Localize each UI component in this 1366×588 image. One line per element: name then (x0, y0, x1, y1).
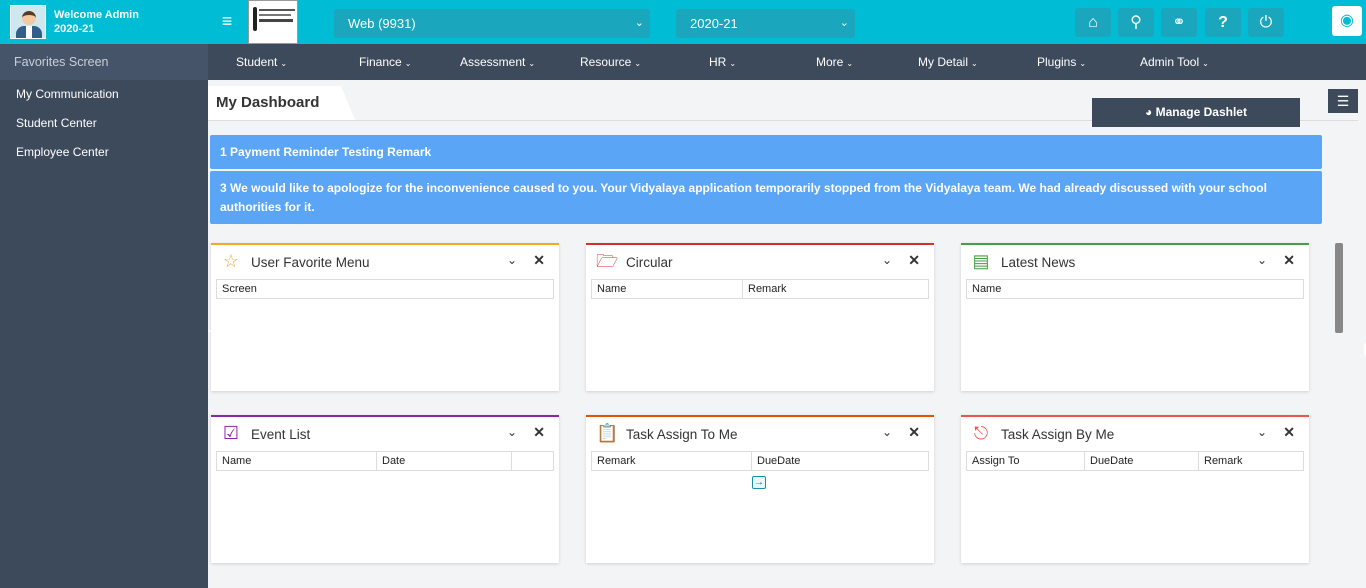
column-header: Remark (748, 283, 787, 295)
column-header: Date (377, 452, 512, 470)
search-icon[interactable]: ⚲ (1118, 8, 1154, 37)
column-header: Remark (592, 452, 752, 470)
nav-plugins[interactable]: Plugins ⌄ (1037, 44, 1086, 80)
dashlet-title: Circular (626, 255, 673, 270)
star-icon: ☆ (222, 251, 240, 271)
column-header: DueDate (757, 455, 801, 467)
sidebar-item-student-center[interactable]: Student Center (0, 109, 208, 138)
dashlet-title: Task Assign By Me (1001, 427, 1115, 442)
help-icon[interactable]: ? (1205, 8, 1241, 37)
nav-my-detail[interactable]: My Detail ⌄ (918, 44, 978, 80)
nav-finance[interactable]: Finance ⌄ (359, 44, 411, 80)
notice-payment-reminder: 1 Payment Reminder Testing Remark (210, 135, 1322, 169)
sidebar: Favorites Screen My Communication Studen… (0, 44, 208, 588)
dashlet-title: Task Assign To Me (626, 427, 738, 442)
page-title: My Dashboard (208, 86, 356, 120)
dashlet-table-header: Name (966, 279, 1304, 299)
sidebar-item-employee-center[interactable]: Employee Center (0, 138, 208, 167)
sidebar-item-my-communication[interactable]: My Communication (0, 80, 208, 109)
clipboard-icon: 📋 (596, 423, 619, 443)
chevron-down-icon[interactable]: ⌄ (1257, 425, 1267, 439)
chevron-down-icon[interactable]: ⌄ (882, 425, 892, 439)
column-header: Assign To (967, 452, 1085, 470)
column-header: Name (217, 452, 377, 470)
column-header: Remark (1204, 455, 1243, 467)
close-icon[interactable]: ✕ (908, 252, 920, 269)
dashlet-title: User Favorite Menu (251, 255, 370, 270)
column-header: Name (972, 283, 1002, 295)
welcome-text: Welcome Admin (54, 9, 139, 21)
close-icon[interactable]: ✕ (1283, 252, 1295, 269)
task-out-icon: ⎋ (973, 423, 989, 443)
dashlet-event-list: ☑ Event List ⌄ ✕ Name Date (211, 415, 559, 563)
chevron-down-icon[interactable]: ⌄ (1257, 253, 1267, 267)
dashlet-table-header: Assign To DueDate Remark (966, 451, 1304, 471)
chevron-down-icon[interactable]: ⌄ (507, 425, 517, 439)
manage-dashlet-button[interactable]: ◕ Manage Dashlet (1092, 98, 1300, 127)
nav-admin-tool[interactable]: Admin Tool ⌄ (1140, 44, 1209, 80)
column-header (512, 452, 553, 470)
newspaper-icon: ▤ (972, 251, 990, 271)
folder-icon: 🗁 (596, 251, 619, 271)
arrow-right-icon[interactable]: → (752, 476, 766, 489)
dashlet-task-assign-by-me: ⎋ Task Assign By Me ⌄ ✕ Assign To DueDat… (961, 415, 1309, 563)
dashlet-title: Latest News (1001, 255, 1076, 270)
close-icon[interactable]: ✕ (908, 424, 920, 441)
chevron-down-icon[interactable]: ⌄ (882, 253, 892, 267)
nav-hr[interactable]: HR ⌄ (709, 44, 736, 80)
paint-bucket-icon[interactable]: ◉ (1332, 6, 1362, 36)
dashlet-latest-news: ▤ Latest News ⌄ ✕ Name (961, 243, 1309, 391)
dashlet-user-favorite-menu: ☆ User Favorite Menu ⌄ ✕ Screen (211, 243, 559, 391)
notice-apology: 3 We would like to apologize for the inc… (210, 171, 1322, 224)
nav-student[interactable]: Student ⌄ (236, 44, 287, 80)
branch-select[interactable]: Web (9931) ⌄ (334, 9, 650, 38)
home-icon[interactable]: ⌂ (1075, 8, 1111, 37)
dashlet-title: Event List (251, 427, 311, 442)
close-icon[interactable]: ✕ (533, 424, 545, 441)
user-block: Welcome Admin 2020-21 (0, 0, 208, 44)
dashlet-table-header: Screen (216, 279, 554, 299)
nav-more[interactable]: More ⌄ (816, 44, 853, 80)
link-icon[interactable]: ⚭ (1161, 8, 1197, 37)
calendar-check-icon: ☑ (222, 423, 240, 443)
chevron-down-icon: ⌄ (634, 17, 644, 29)
top-bar: Welcome Admin 2020-21 ≡ Web (9931) ⌄ 202… (0, 0, 1366, 44)
dashlet-task-assign-to-me: 📋 Task Assign To Me ⌄ ✕ Remark DueDate → (586, 415, 934, 563)
avatar[interactable] (10, 5, 46, 39)
branch-select-value: Web (9931) (348, 16, 416, 31)
year-select-value: 2020-21 (690, 16, 738, 31)
year-select[interactable]: 2020-21 ⌄ (676, 9, 855, 38)
dashlet-table-header: Name Remark (591, 279, 929, 299)
column-header: Name (592, 280, 743, 298)
dashlet-table-header: Remark DueDate (591, 451, 929, 471)
chevron-down-icon: ⌄ (839, 17, 849, 29)
user-info: Welcome Admin 2020-21 (54, 8, 139, 36)
dashlet-table-header: Name Date (216, 451, 554, 471)
sliders-icon[interactable]: ☰ (1328, 89, 1358, 113)
sidebar-heading: Favorites Screen (0, 44, 208, 80)
main-content: My Dashboard ◕ Manage Dashlet ☰ 1 Paymen… (208, 80, 1366, 588)
column-header: Screen (222, 283, 257, 295)
nav-resource[interactable]: Resource ⌄ (580, 44, 641, 80)
menu-toggle-icon[interactable]: ≡ (218, 12, 236, 30)
close-icon[interactable]: ✕ (533, 252, 545, 269)
chevron-down-icon[interactable]: ⌄ (507, 253, 517, 267)
nav-assessment[interactable]: Assessment ⌄ (460, 44, 535, 80)
main-nav: Student ⌄ Finance ⌄ Assessment ⌄ Resource ⌄ … (208, 44, 1366, 80)
dashlet-circular: 🗁 Circular ⌄ ✕ Name Remark (586, 243, 934, 391)
close-icon[interactable]: ✕ (1283, 424, 1295, 441)
session-text: 2020-21 (54, 23, 95, 35)
school-logo (248, 0, 298, 44)
power-icon[interactable]: ⏻ (1248, 8, 1284, 37)
scrollbar-thumb[interactable] (1335, 243, 1343, 333)
column-header: DueDate (1085, 452, 1199, 470)
